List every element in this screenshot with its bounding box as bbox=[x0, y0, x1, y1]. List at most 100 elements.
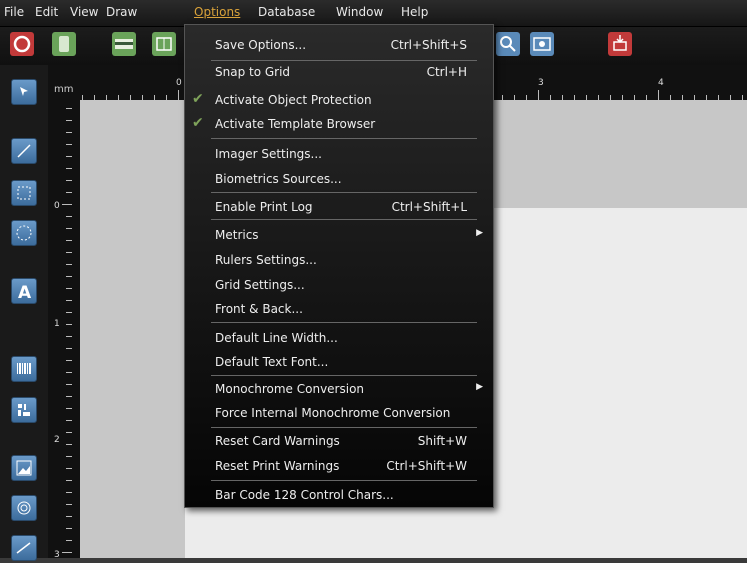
menu-separator bbox=[211, 219, 477, 220]
menu-separator bbox=[211, 138, 477, 139]
2d-barcode-tool-icon[interactable] bbox=[11, 397, 37, 423]
menu-item-rulers-settings[interactable]: Rulers Settings... bbox=[185, 248, 493, 272]
ruler-tick bbox=[66, 480, 72, 481]
v-ruler-label-2: 2 bbox=[54, 435, 60, 445]
ruler-tick bbox=[66, 108, 72, 109]
v-ruler-label-1: 1 bbox=[54, 319, 60, 329]
ellipse-tool-icon[interactable] bbox=[11, 220, 37, 246]
menu-options[interactable]: Options bbox=[194, 5, 240, 19]
ruler-tick bbox=[66, 132, 72, 133]
ruler-tick bbox=[66, 168, 72, 169]
menu-item-metrics[interactable]: Metrics ▶ bbox=[185, 223, 493, 247]
ruler-tick bbox=[66, 336, 72, 337]
h-ruler-label-0: 0 bbox=[176, 78, 182, 88]
ruler-tick bbox=[66, 288, 72, 289]
menu-item-enable-print-log[interactable]: Enable Print Log Ctrl+Shift+L bbox=[185, 195, 493, 219]
ruler-tick bbox=[66, 384, 72, 385]
menu-item-reset-card-warnings[interactable]: Reset Card Warnings Shift+W bbox=[185, 429, 493, 453]
menu-separator bbox=[211, 192, 477, 193]
fingerprint-tool-icon[interactable] bbox=[11, 495, 37, 521]
card-stack-icon[interactable] bbox=[52, 32, 76, 56]
menu-separator bbox=[211, 375, 477, 376]
ruler-tick bbox=[66, 504, 72, 505]
menu-database[interactable]: Database bbox=[258, 5, 315, 19]
svg-text:A: A bbox=[18, 283, 32, 303]
menu-item-snap-to-grid[interactable]: Snap to Grid Ctrl+H bbox=[185, 60, 493, 84]
h-ruler-label-3: 3 bbox=[538, 78, 544, 88]
ruler-tick bbox=[66, 144, 72, 145]
v-ruler-label-3: 3 bbox=[54, 550, 60, 560]
ruler-tick bbox=[66, 360, 72, 361]
ruler-tick bbox=[66, 120, 72, 121]
ruler-tick bbox=[66, 432, 72, 433]
menu-item-activate-template-browser[interactable]: ✔ Activate Template Browser bbox=[185, 112, 493, 136]
ruler-tick bbox=[538, 90, 539, 100]
menu-draw[interactable]: Draw bbox=[106, 5, 137, 19]
ruler-tick bbox=[66, 312, 72, 313]
h-ruler-label-4: 4 bbox=[658, 78, 664, 88]
menu-item-save-options[interactable]: Save Options... Ctrl+Shift+S bbox=[185, 33, 493, 57]
menu-window[interactable]: Window bbox=[336, 5, 383, 19]
menu-item-biometrics-sources[interactable]: Biometrics Sources... bbox=[185, 167, 493, 191]
ruler-tick bbox=[66, 372, 72, 373]
menu-item-grid-settings[interactable]: Grid Settings... bbox=[185, 273, 493, 297]
line-tool-icon[interactable] bbox=[11, 138, 37, 164]
ruler-tick bbox=[66, 240, 72, 241]
ruler-tick bbox=[62, 204, 72, 205]
signature-tool-icon[interactable] bbox=[11, 535, 37, 561]
submenu-arrow-icon: ▶ bbox=[476, 228, 483, 238]
ruler-tick bbox=[66, 492, 72, 493]
menu-separator bbox=[211, 480, 477, 481]
menu-item-default-text-font[interactable]: Default Text Font... bbox=[185, 350, 493, 374]
menu-item-reset-print-warnings[interactable]: Reset Print Warnings Ctrl+Shift+W bbox=[185, 454, 493, 478]
ruler-tick bbox=[66, 156, 72, 157]
options-dropdown-menu: Save Options... Ctrl+Shift+S Snap to Gri… bbox=[184, 24, 494, 508]
menu-item-activate-object-protection[interactable]: ✔ Activate Object Protection bbox=[185, 88, 493, 112]
menu-item-imager-settings[interactable]: Imager Settings... bbox=[185, 142, 493, 166]
vertical-ruler[interactable]: 0 1 2 3 bbox=[48, 100, 80, 560]
menu-help[interactable]: Help bbox=[401, 5, 428, 19]
ruler-tick bbox=[66, 456, 72, 457]
menu-item-monochrome-conversion[interactable]: Monochrome Conversion ▶ bbox=[185, 377, 493, 401]
preview-icon[interactable] bbox=[530, 32, 554, 56]
ruler-tick bbox=[66, 180, 72, 181]
refresh-icon[interactable] bbox=[10, 32, 34, 56]
ruler-tick bbox=[66, 324, 72, 325]
ruler-tick bbox=[66, 396, 72, 397]
menu-separator bbox=[211, 427, 477, 428]
smartcard-chip-icon[interactable] bbox=[152, 32, 176, 56]
ruler-unit: mm bbox=[48, 65, 80, 100]
menu-bar: File Edit View Draw Options Database Win… bbox=[0, 0, 747, 27]
text-tool-icon[interactable]: A bbox=[11, 278, 37, 304]
v-ruler-label-0: 0 bbox=[54, 201, 60, 211]
menu-edit[interactable]: Edit bbox=[35, 5, 58, 19]
ruler-tick bbox=[66, 216, 72, 217]
ruler-tick bbox=[66, 276, 72, 277]
ruler-tick bbox=[66, 540, 72, 541]
ruler-tick bbox=[66, 516, 72, 517]
ruler-tick bbox=[66, 420, 72, 421]
ruler-tick bbox=[66, 348, 72, 349]
menu-item-force-internal-monochrome-conversion[interactable]: Force Internal Monochrome Conversion bbox=[185, 401, 493, 425]
ruler-tick bbox=[178, 90, 179, 100]
select-arrow-icon[interactable] bbox=[11, 79, 37, 105]
image-tool-icon[interactable] bbox=[11, 455, 37, 481]
tool-palette: A bbox=[0, 65, 48, 561]
ruler-tick bbox=[66, 228, 72, 229]
ruler-tick bbox=[66, 300, 72, 301]
barcode-tool-icon[interactable] bbox=[11, 356, 37, 382]
menu-item-bar-code-128-control-chars[interactable]: Bar Code 128 Control Chars... bbox=[185, 483, 493, 507]
checkmark-icon: ✔ bbox=[192, 115, 204, 131]
ruler-tick bbox=[66, 468, 72, 469]
zoom-icon[interactable] bbox=[496, 32, 520, 56]
print-icon[interactable] bbox=[608, 32, 632, 56]
magstripe-icon[interactable] bbox=[112, 32, 136, 56]
menu-view[interactable]: View bbox=[70, 5, 98, 19]
ruler-tick bbox=[66, 192, 72, 193]
checkmark-icon: ✔ bbox=[192, 91, 204, 107]
ruler-tick bbox=[66, 408, 72, 409]
menu-item-front-back[interactable]: Front & Back... bbox=[185, 297, 493, 321]
menu-file[interactable]: File bbox=[4, 5, 24, 19]
rectangle-tool-icon[interactable] bbox=[11, 180, 37, 206]
menu-item-default-line-width[interactable]: Default Line Width... bbox=[185, 326, 493, 350]
